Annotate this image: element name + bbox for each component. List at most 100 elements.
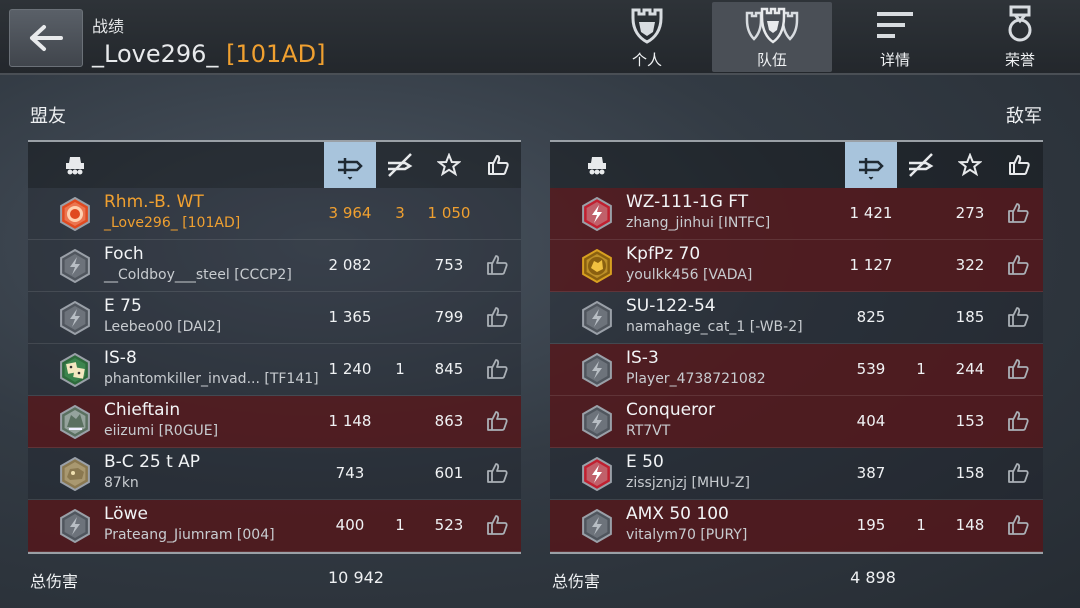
player-row[interactable]: SU-122-54 namahage_cat_1 [-WB-2] 825 185 <box>550 292 1043 344</box>
enemies-total-label: 总伤害 <box>552 572 601 591</box>
thumbs-up-icon[interactable] <box>1006 357 1032 383</box>
player-row[interactable]: KpfPz 70 youlkk456 [VADA] 1 127 322 <box>550 240 1043 292</box>
tank-icon <box>66 157 84 175</box>
tank-icon <box>588 157 606 175</box>
star-icon <box>437 153 461 177</box>
gray-hex-icon <box>58 300 92 336</box>
thumbs-up-icon[interactable] <box>485 357 511 383</box>
gold-emblem-icon <box>580 248 614 284</box>
tab-team[interactable]: 队伍 <box>712 2 832 72</box>
damage-value: 1 421 <box>849 204 893 222</box>
player-name: Prateang_Jiumram [004] <box>104 527 275 543</box>
top-bar: 战绩 _Love296_ [101AD] 个人 队伍 详情 荣誉 <box>0 0 1080 75</box>
tank-name: IS-8 <box>104 348 137 368</box>
xp-column-header[interactable] <box>945 142 995 188</box>
player-row[interactable]: Conqueror RT7VT 404 153 <box>550 396 1043 448</box>
player-name: phantomkiller_invad... [TF141] <box>104 371 319 387</box>
tank-name: IS-3 <box>626 348 659 368</box>
thumbs-up-icon[interactable] <box>485 461 511 487</box>
player-row[interactable]: IS-8 phantomkiller_invad... [TF141] 1 24… <box>28 344 521 396</box>
allies-rows: Rhm.-B. WT _Love296_ [101AD] 3 964 3 1 0… <box>28 188 521 552</box>
tank-name: Rhm.-B. WT <box>104 192 204 212</box>
player-row[interactable]: Chieftain eiizumi [R0GUE] 1 148 863 <box>28 396 521 448</box>
player-name: zhang_jinhui [INTFC] <box>626 215 771 231</box>
xp-value: 158 <box>955 464 985 482</box>
gray-hex-icon <box>580 404 614 440</box>
like-column-header[interactable] <box>473 142 523 188</box>
player-row[interactable]: WZ-111-1G FT zhang_jinhui [INTFC] 1 421 … <box>550 188 1043 240</box>
thumbs-up-icon <box>1009 155 1030 175</box>
like-column-header[interactable] <box>994 142 1044 188</box>
thumbs-up-icon[interactable] <box>1006 201 1032 227</box>
tank-name: KpfPz 70 <box>626 244 701 264</box>
tab-honors[interactable]: 荣誉 <box>960 0 1080 72</box>
tank-name: SU-122-54 <box>626 296 716 316</box>
destroyed-icon <box>388 153 413 177</box>
back-button[interactable] <box>9 9 83 67</box>
gray-hex-icon <box>580 300 614 336</box>
thumbs-up-icon[interactable] <box>485 513 511 539</box>
tank-name: B-C 25 t AP <box>104 452 201 472</box>
player-row[interactable]: IS-3 Player_4738721082 539 1 244 <box>550 344 1043 396</box>
helmet-icon <box>631 8 663 44</box>
damage-value: 404 <box>856 412 886 430</box>
player-row[interactable]: Rhm.-B. WT _Love296_ [101AD] 3 964 3 1 0… <box>28 188 521 240</box>
thumbs-up-icon[interactable] <box>1006 461 1032 487</box>
allies-total-damage: 10 942 <box>328 568 384 587</box>
player-name: Leebeo00 [DAI2] <box>104 319 222 335</box>
tab-details[interactable]: 详情 <box>835 0 955 72</box>
thumbs-up-icon[interactable] <box>1006 305 1032 331</box>
xp-value: 244 <box>955 360 985 378</box>
enemies-rows: WZ-111-1G FT zhang_jinhui [INTFC] 1 421 … <box>550 188 1043 552</box>
team-icon <box>745 7 799 44</box>
damage-value: 1 365 <box>328 308 372 326</box>
thumbs-up-icon[interactable] <box>485 253 511 279</box>
damage-column-header[interactable] <box>324 142 376 188</box>
thumbs-up-icon[interactable] <box>1006 513 1032 539</box>
player-row[interactable]: AMX 50 100 vitalym70 [PURY] 195 1 148 <box>550 500 1043 552</box>
green-camo-icon <box>58 404 92 440</box>
player-name: 87kn <box>104 475 139 491</box>
vehicle-column-header[interactable] <box>50 142 100 188</box>
xp-value: 753 <box>434 256 464 274</box>
tab-honors-label: 荣誉 <box>1004 51 1035 69</box>
xp-value: 185 <box>955 308 985 326</box>
player-name: namahage_cat_1 [-WB-2] <box>626 319 803 335</box>
kills-column-header[interactable] <box>375 142 425 188</box>
player-row[interactable]: B-C 25 t AP 87kn 743 601 <box>28 448 521 500</box>
tab-team-label: 队伍 <box>756 51 787 69</box>
player-name: _Love296_ <box>92 40 219 68</box>
player-name: _Love296_ [101AD] <box>104 215 241 231</box>
thumbs-up-icon <box>488 155 509 175</box>
player-row[interactable]: Löwe Prateang_Jiumram [004] 400 1 523 <box>28 500 521 552</box>
enemies-total-damage: 4 898 <box>850 568 896 587</box>
xp-value: 845 <box>434 360 464 378</box>
xp-value: 153 <box>955 412 985 430</box>
thumbs-up-icon[interactable] <box>485 305 511 331</box>
xp-value: 799 <box>434 308 464 326</box>
damage-column-header[interactable] <box>845 142 897 188</box>
xp-column-header[interactable] <box>424 142 474 188</box>
star-icon <box>958 153 982 177</box>
allies-divider <box>28 552 521 554</box>
arrow-left-icon <box>30 25 63 51</box>
thumbs-up-icon[interactable] <box>485 409 511 435</box>
enemies-title: 敌军 <box>1006 106 1042 127</box>
damage-value: 743 <box>335 464 365 482</box>
xp-value: 863 <box>434 412 464 430</box>
thumbs-up-icon[interactable] <box>1006 253 1032 279</box>
enemies-header <box>550 140 1043 188</box>
vehicle-column-header[interactable] <box>572 142 622 188</box>
player-row[interactable]: E 75 Leebeo00 [DAI2] 1 365 799 <box>28 292 521 344</box>
allies-header <box>28 140 521 188</box>
thumbs-up-icon[interactable] <box>1006 409 1032 435</box>
screen-subtitle: 战绩 <box>92 17 125 36</box>
kills-column-header[interactable] <box>896 142 946 188</box>
xp-value: 273 <box>955 204 985 222</box>
player-row[interactable]: Foch __Coldboy___steel [CCCP2] 2 082 753 <box>28 240 521 292</box>
enemies-divider <box>550 552 1043 554</box>
player-row[interactable]: E 50 zissjznjzj [MHU-Z] 387 158 <box>550 448 1043 500</box>
tab-personal[interactable]: 个人 <box>587 0 707 72</box>
player-name: youlkk456 [VADA] <box>626 267 753 283</box>
tab-personal-label: 个人 <box>631 51 662 69</box>
